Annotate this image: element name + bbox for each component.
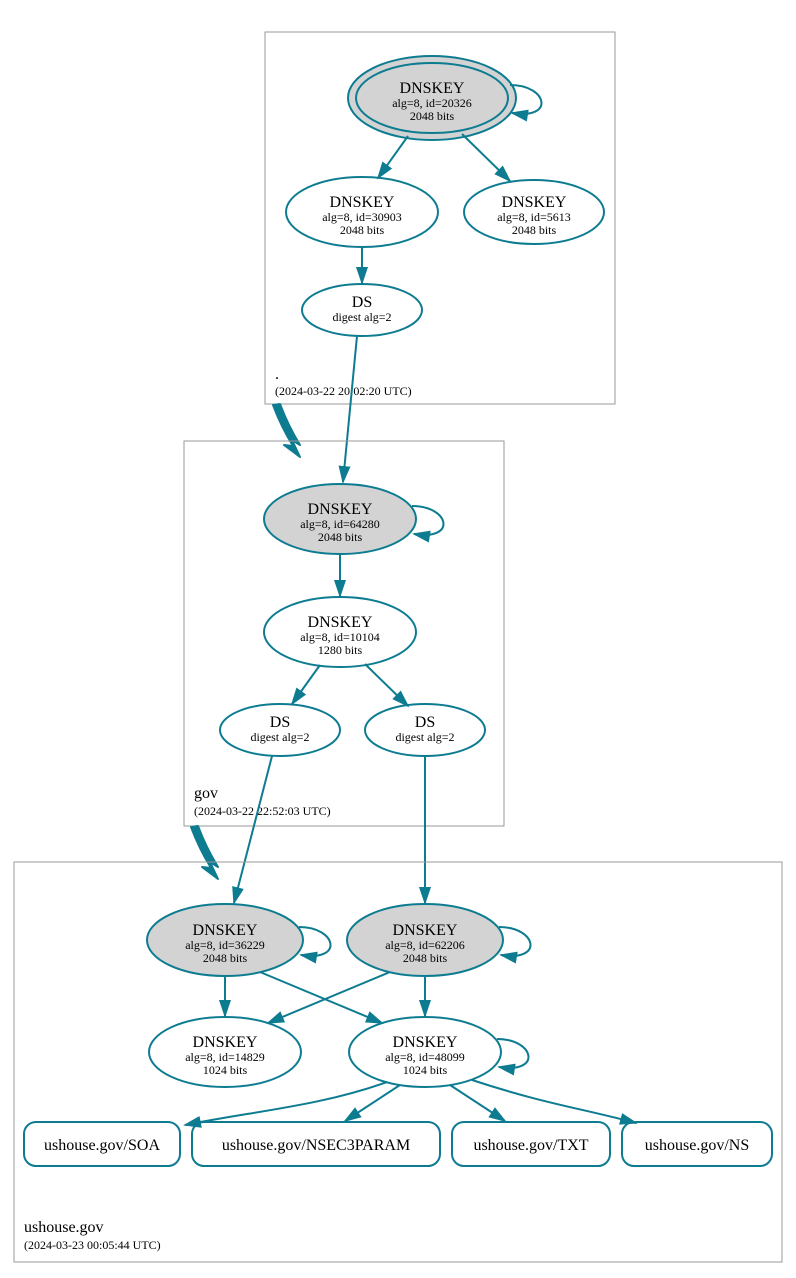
root-ds-title: DS	[352, 294, 372, 311]
root-ksk-l2: 2048 bits	[410, 109, 455, 123]
edge-rootds-govksk	[343, 336, 357, 482]
zone-gov-name: gov	[194, 785, 218, 802]
root-ds-l1: digest alg=2	[332, 310, 391, 324]
gov-ds2-l1: digest alg=2	[395, 730, 454, 744]
rr-nsec-text: ushouse.gov/NSEC3PARAM	[222, 1137, 410, 1154]
rr-txt-text: ushouse.gov/TXT	[473, 1137, 588, 1154]
arrow-root-gov	[273, 404, 300, 457]
uh-ksk1-l1: alg=8, id=36229	[185, 938, 265, 952]
gov-ksk-l2: 2048 bits	[318, 530, 363, 544]
edge-uhzsk2-nsec	[345, 1085, 400, 1121]
uh-zsk2-l1: alg=8, id=48099	[385, 1050, 465, 1064]
uh-ksk2-title: DNSKEY	[393, 922, 458, 939]
edge-govzsk-govds2	[365, 664, 408, 706]
root-ksk-l1: alg=8, id=20326	[392, 96, 472, 110]
gov-ds2-title: DS	[415, 714, 435, 731]
edge-rootksk-rootzsk1	[378, 136, 408, 178]
gov-ds1-title: DS	[270, 714, 290, 731]
arrow-gov-ushouse	[191, 826, 218, 879]
uh-zsk1-l1: alg=8, id=14829	[185, 1050, 265, 1064]
zone-ushouse-name: ushouse.gov	[24, 1219, 104, 1236]
uh-ksk2-l1: alg=8, id=62206	[385, 938, 465, 952]
edge-uhksk2-uhzsk1	[268, 972, 390, 1023]
uh-ksk2-l2: 2048 bits	[403, 951, 448, 965]
root-zsk1-title: DNSKEY	[330, 194, 395, 211]
edge-uhksk1-uhzsk2	[260, 972, 382, 1023]
rr-ns-text: ushouse.gov/NS	[645, 1137, 749, 1154]
uh-zsk2-title: DNSKEY	[393, 1034, 458, 1051]
uh-zsk2-l2: 1024 bits	[403, 1063, 448, 1077]
gov-zsk-title: DNSKEY	[308, 614, 373, 631]
gov-ds1-l1: digest alg=2	[250, 730, 309, 744]
edge-govds1-uhksk1	[234, 756, 272, 903]
gov-ksk-title: DNSKEY	[308, 501, 373, 518]
gov-ksk-l1: alg=8, id=64280	[300, 517, 380, 531]
edge-govzsk-govds1	[292, 665, 320, 704]
edge-rootksk-rootzsk2	[462, 134, 510, 181]
zone-gov-time: (2024-03-22 22:52:03 UTC)	[194, 804, 331, 818]
root-zsk1-l2: 2048 bits	[340, 223, 385, 237]
zone-root-time: (2024-03-22 20:02:20 UTC)	[275, 384, 412, 398]
uh-zsk1-title: DNSKEY	[193, 1034, 258, 1051]
uh-ksk1-title: DNSKEY	[193, 922, 258, 939]
zone-root-name: .	[275, 366, 279, 383]
root-zsk2-l2: 2048 bits	[512, 223, 557, 237]
uh-zsk1-l2: 1024 bits	[203, 1063, 248, 1077]
gov-zsk-l2: 1280 bits	[318, 643, 363, 657]
root-ksk-title: DNSKEY	[400, 80, 465, 97]
dnssec-graph: . (2024-03-22 20:02:20 UTC) DNSKEY alg=8…	[0, 0, 796, 1278]
root-zsk1-l1: alg=8, id=30903	[322, 210, 402, 224]
root-zsk2-title: DNSKEY	[502, 194, 567, 211]
edge-uhzsk2-txt	[450, 1085, 505, 1121]
uh-ksk1-l2: 2048 bits	[203, 951, 248, 965]
root-zsk2-l1: alg=8, id=5613	[497, 210, 571, 224]
edge-uhzsk2-soa	[185, 1082, 387, 1125]
zone-ushouse-time: (2024-03-23 00:05:44 UTC)	[24, 1238, 161, 1252]
rr-soa-text: ushouse.gov/SOA	[44, 1137, 160, 1154]
gov-zsk-l1: alg=8, id=10104	[300, 630, 380, 644]
